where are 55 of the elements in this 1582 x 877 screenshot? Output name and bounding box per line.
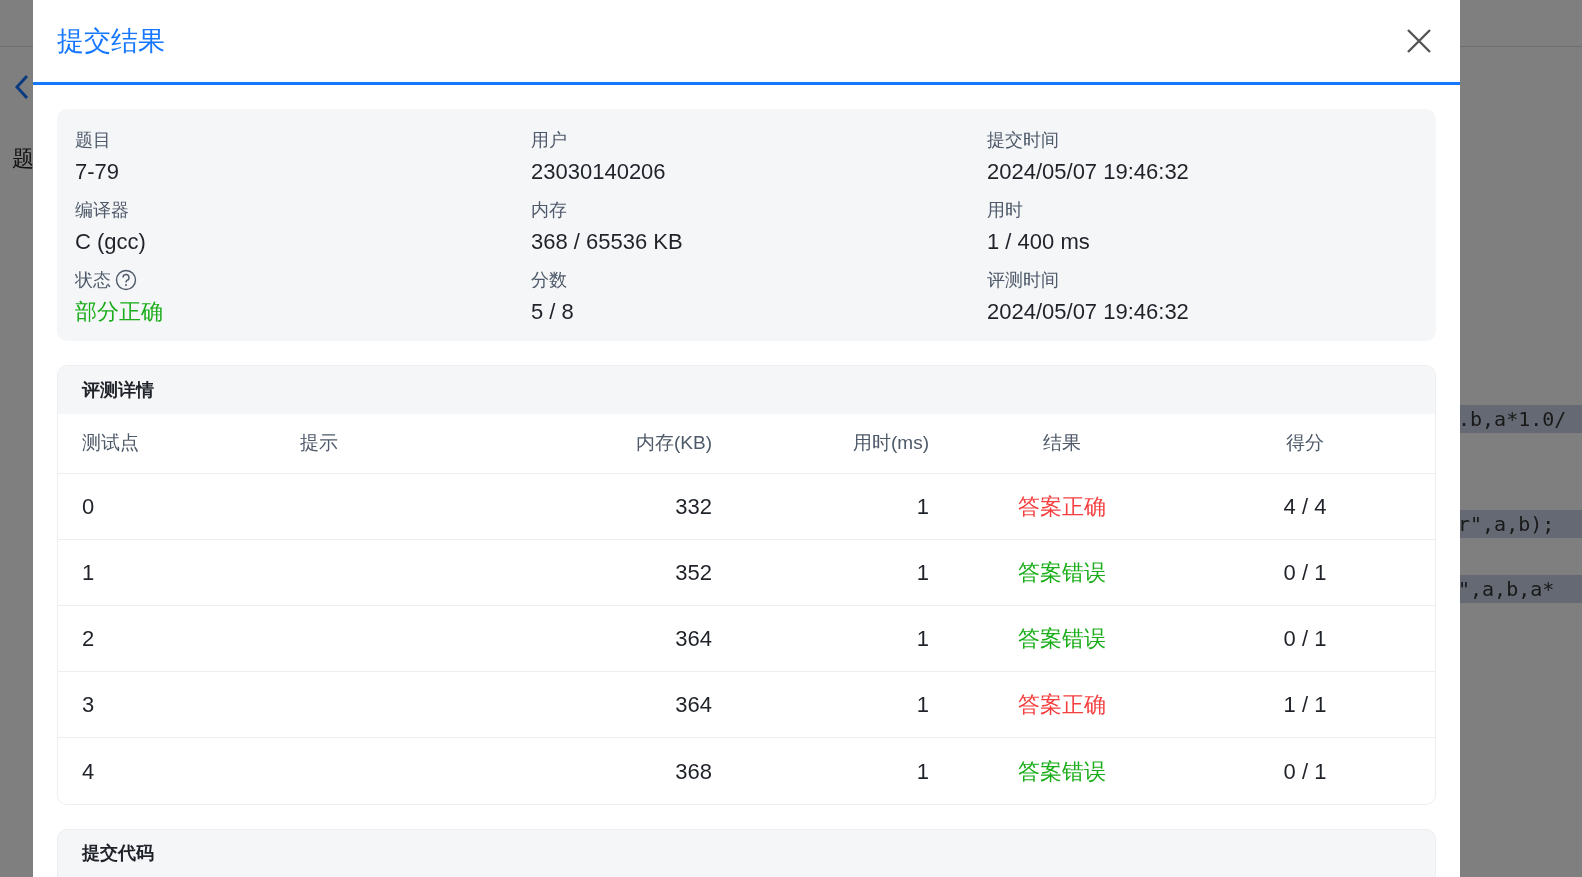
table-cell: 1 [916, 626, 929, 651]
table-cell: 1 [82, 560, 95, 585]
table-cell: 1 [916, 692, 929, 717]
field-label: 用户 [531, 129, 567, 152]
section-title: 提交代码 [82, 843, 154, 863]
column-header: 内存(KB) [635, 431, 712, 456]
result-text: 答案正确 [1018, 494, 1106, 519]
section-title: 评测详情 [82, 378, 154, 402]
result-text: 答案正确 [1018, 692, 1106, 717]
field-value: 7-79 [75, 158, 121, 186]
field-value: 368 / 65536 KB [531, 228, 684, 256]
table-cell: 1 [916, 758, 929, 784]
field-label: 提交时间 [987, 129, 1059, 152]
column-header: 测试点 [82, 431, 140, 456]
field-label: 分数 [531, 269, 567, 292]
field-label: 状态 [75, 269, 111, 292]
column-header: 提示 [300, 431, 339, 456]
field-value: C (gcc) [75, 228, 147, 256]
back-icon[interactable] [14, 74, 30, 100]
field-label: 内存 [531, 199, 567, 222]
table-cell: 4 [82, 758, 95, 784]
field-value: 5 / 8 [531, 298, 575, 326]
field-label: 评测时间 [987, 269, 1059, 292]
table-cell: 0 / 1 [1283, 758, 1327, 784]
table-cell: 0 / 1 [1283, 626, 1327, 651]
page-text: 题 [12, 145, 34, 173]
help-icon[interactable] [115, 269, 137, 291]
column-header: 结果 [1042, 431, 1082, 456]
column-header: 得分 [1285, 431, 1325, 456]
field-value: 部分正确 [75, 298, 164, 326]
table-cell: 364 [675, 626, 712, 651]
dialog-title: 提交结果 [57, 24, 165, 58]
table-cell: 1 [916, 494, 929, 519]
table-cell: 2 [82, 626, 95, 651]
table-cell: 3 [82, 692, 95, 717]
table-cell: 0 / 1 [1283, 560, 1327, 585]
field-label: 题目 [75, 129, 111, 152]
table-cell: 332 [675, 494, 712, 519]
field-label: 编译器 [75, 199, 129, 222]
result-text: 答案错误 [1018, 626, 1106, 651]
table-cell: 364 [675, 692, 712, 717]
field-label: 用时 [987, 199, 1023, 222]
field-value: 2024/05/07 19:46:32 [987, 298, 1190, 326]
table-cell: 352 [675, 560, 712, 585]
field-value: 23030140206 [531, 158, 667, 186]
table-cell: 1 [916, 560, 929, 585]
table-cell: 4 / 4 [1283, 494, 1327, 519]
table-cell: 1 / 1 [1283, 692, 1327, 717]
result-text: 答案错误 [1018, 560, 1106, 585]
table-cell: 368 [675, 758, 712, 784]
column-header: 用时(ms) [852, 431, 929, 456]
table-cell: 0 [82, 494, 95, 519]
result-text: 答案错误 [1018, 758, 1106, 784]
field-value: 2024/05/07 19:46:32 [987, 158, 1190, 186]
field-value: 1 / 400 ms [987, 228, 1091, 256]
